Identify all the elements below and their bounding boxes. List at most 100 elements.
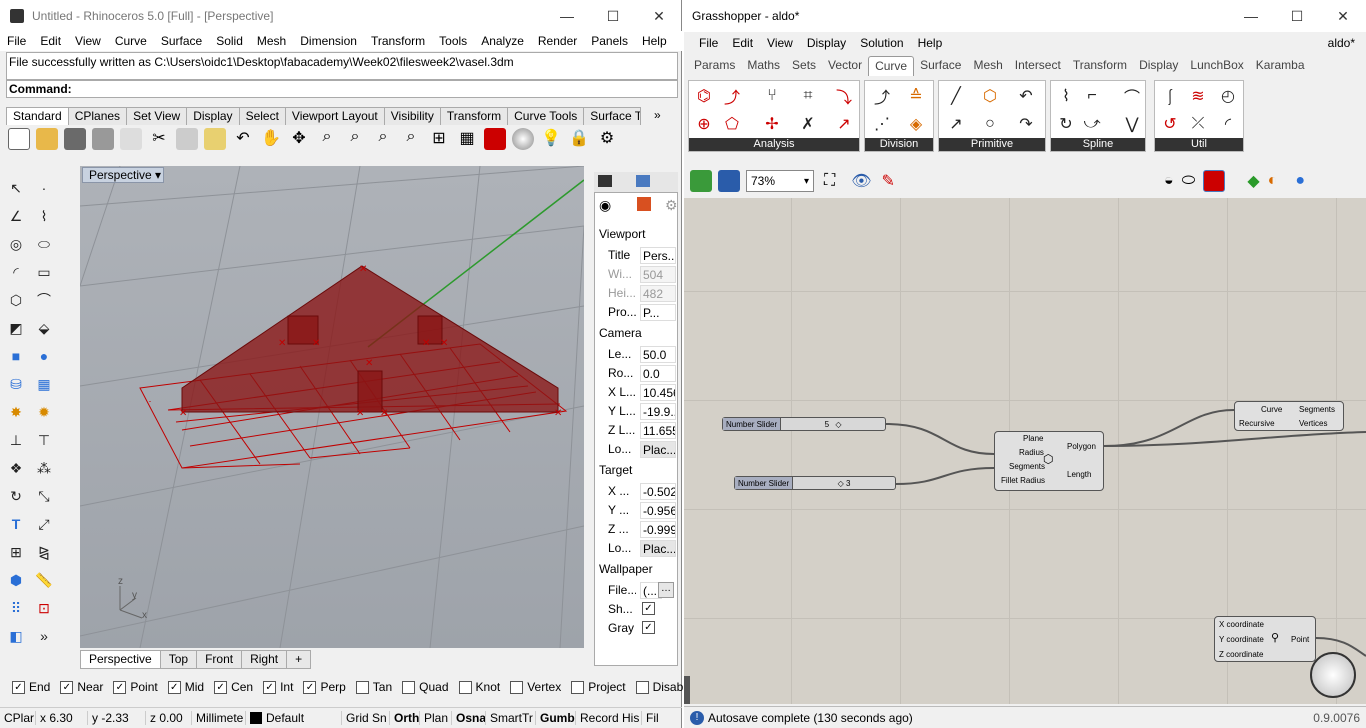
divide-curve-icon[interactable]: ⤴ [871,85,893,107]
eye-preview-icon[interactable]: 👁 [851,171,871,191]
ungroup-icon[interactable]: ⁂ [34,458,54,478]
osnap-end[interactable]: ✓ End [8,680,50,694]
browse-wallpaper-button[interactable]: … [658,582,674,598]
end-points-icon[interactable]: ↗ [833,113,855,135]
tween-curve-icon[interactable]: ⋁ [1121,113,1143,135]
status-record-history[interactable]: Record His [576,711,642,725]
input-segments[interactable]: Segments [1009,462,1045,471]
number-slider-radius[interactable]: Number Slider 5 ◇ [722,417,886,431]
minimize-button[interactable]: — [544,0,590,32]
viewport-title-tab[interactable]: Perspective ▾ [82,167,164,183]
gh-tab-intersect[interactable]: Intersect [1009,56,1067,76]
point-icon[interactable]: · [34,178,54,198]
sphere-icon[interactable] [512,128,534,150]
osnap-checkbox[interactable]: ✓ [113,680,127,694]
settings-gear-icon[interactable]: ⚙ [665,197,678,214]
split-icon[interactable]: ⊥ [6,430,26,450]
tab-set-view[interactable]: Set View [126,107,188,125]
fillet-icon[interactable]: ⌒ [34,290,54,310]
viewport-tab-right[interactable]: Right [241,650,288,669]
four-viewports-icon[interactable]: ⊞ [428,128,450,150]
options-icon[interactable]: ⚙ [596,128,618,150]
sphere-solid-icon[interactable]: ● [34,346,54,366]
osnap-quad[interactable]: Quad [398,680,449,694]
grid-icon[interactable]: ▦ [456,128,478,150]
osnap-near[interactable]: ✓ Near [56,680,103,694]
preview-wireframe-icon[interactable]: ◒ [1164,172,1174,190]
polyline-tool-icon[interactable]: ↻ [1055,113,1077,135]
menu-analyze[interactable]: Analyze [474,34,531,48]
osnap-mid[interactable]: ✓ Mid [164,680,204,694]
circle-tool-icon[interactable]: ○ [979,113,1001,135]
close-button[interactable]: ✕ [636,0,682,32]
status-grid-snap[interactable]: Grid Sn [342,711,390,725]
dimension-icon[interactable]: ⤢ [34,514,54,534]
curve-closest-point-icon[interactable]: ⤴ [721,85,743,107]
shatter-icon[interactable]: ◈ [905,113,927,135]
menu-file[interactable]: File [0,34,33,48]
osnap-checkbox[interactable]: ✓ [214,680,228,694]
analyze-icon[interactable]: ⊡ [34,598,54,618]
line-sdl-icon[interactable]: ↗ [945,113,967,135]
input-radius[interactable]: Radius [1019,448,1044,457]
explode-tool-icon[interactable]: ↺ [1159,113,1181,135]
viewport-menu-arrow-icon[interactable]: ▾ [155,168,161,182]
menu-view[interactable]: View [68,34,108,48]
osnap-checkbox[interactable] [571,680,585,694]
new-file-icon[interactable] [8,128,30,150]
gh-tab-maths[interactable]: Maths [741,56,786,76]
gh-tab-mesh[interactable]: Mesh [967,56,1008,76]
slider-handle-icon[interactable]: ◇ [838,479,844,488]
zoom-window-icon[interactable]: ⌕ [344,128,366,150]
sphere-preview-icon[interactable]: ◐ [1268,172,1278,190]
osnap-checkbox[interactable] [635,680,649,694]
slider-track[interactable]: 5 ◇ [781,420,885,429]
input-x-coordinate[interactable]: X coordinate [1219,620,1264,629]
menu-solid[interactable]: Solid [209,34,250,48]
polygon-tool-icon[interactable]: ⬡ [979,85,1001,107]
osnap-point[interactable]: ✓ Point [109,680,158,694]
ruler-icon[interactable]: 📏 [34,570,54,590]
menu-panels[interactable]: Panels [584,34,635,48]
status-filter[interactable]: Fil [642,711,664,725]
osnap-checkbox[interactable]: ✓ [60,680,74,694]
lock-icon[interactable]: 🔒 [568,128,590,150]
block-icon[interactable]: ⬢ [6,570,26,590]
polyline-icon[interactable]: ∠ [6,206,26,226]
maximize-button[interactable]: ☐ [590,0,636,32]
surface-corner-icon[interactable]: ◩ [6,318,26,338]
mirror-icon[interactable]: ⧎ [34,542,54,562]
gh-canvas[interactable]: Number Slider 5 ◇ Number Slider ◇ 3 Plan… [684,198,1366,704]
viewport-tab-perspective[interactable]: Perspective [80,650,161,669]
osnap-checkbox[interactable] [402,680,416,694]
tab-transform[interactable]: Transform [439,107,509,125]
array-icon[interactable]: ⊞ [6,542,26,562]
text-icon[interactable]: T [6,514,26,534]
menu-mesh[interactable]: Mesh [250,34,293,48]
tab-surface-tools[interactable]: Surface Tool [583,107,642,125]
trim-icon[interactable]: ⊤ [34,430,54,450]
render-tool-icon[interactable]: ◧ [6,626,26,646]
import-icon[interactable] [120,128,142,150]
center-icon[interactable]: ⊕ [693,113,715,135]
pan-icon[interactable]: ✋ [260,128,282,150]
display-mode-icon[interactable]: ● [1295,172,1305,190]
input-recursive[interactable]: Recursive [1239,419,1275,428]
gh-close-button[interactable]: ✕ [1320,0,1366,32]
osnap-checkbox[interactable] [510,680,524,694]
save-document-icon[interactable] [718,170,740,192]
render-icon[interactable] [484,128,506,150]
input-curve[interactable]: Curve [1261,405,1282,414]
gh-tab-curve[interactable]: Curve [868,56,915,76]
zoom-extents-frame-icon[interactable]: ⛶ [824,172,835,190]
join-curves-icon[interactable]: ⎰ [1159,85,1181,107]
extend-curve-icon[interactable]: ◜ [1217,113,1239,135]
output-point[interactable]: Point [1291,635,1309,644]
fillet-tool-icon[interactable]: ◴ [1217,85,1239,107]
control-points-icon[interactable]: ⌬ [693,85,715,107]
polygon-component[interactable]: Plane Radius Segments Fillet Radius ⬡ Po… [994,431,1104,491]
osnap-project[interactable]: Project [567,680,626,694]
gh-tab-surface[interactable]: Surface [914,56,967,76]
paste-icon[interactable] [204,128,226,150]
grid-array-icon[interactable]: ⠿ [6,598,26,618]
